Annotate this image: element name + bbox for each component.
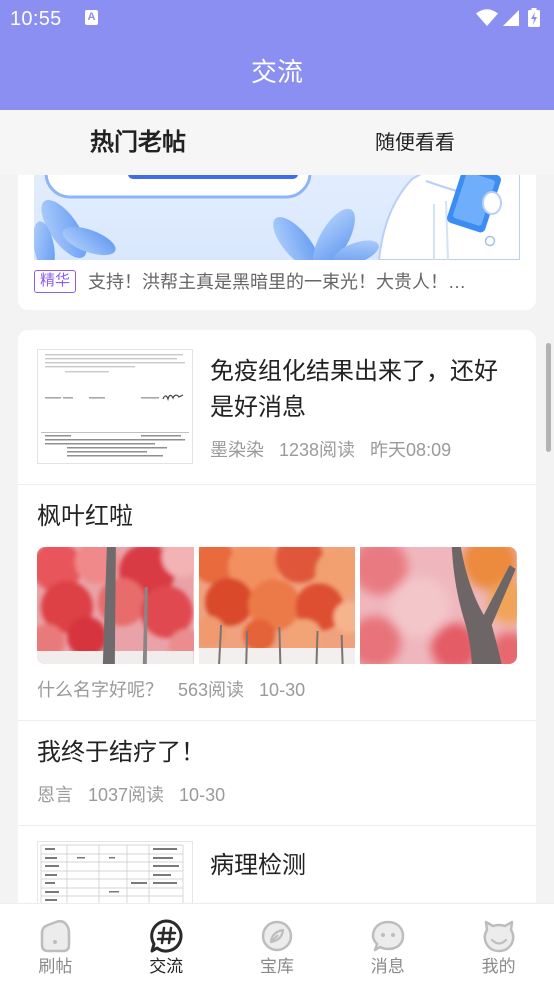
feed-icon	[37, 918, 73, 954]
post-meta: 什么名字好呢？ 563阅读 10-30	[37, 678, 305, 702]
post-title[interactable]: 我终于结疗了！	[37, 735, 205, 771]
nav-item-profile[interactable]: 我的	[443, 904, 554, 984]
maple-photo[interactable]	[198, 547, 356, 664]
maple-photo[interactable]	[360, 547, 517, 664]
post-time: 10-30	[179, 785, 226, 805]
post-title[interactable]: 病理检测	[210, 848, 306, 884]
scrollbar[interactable]	[546, 343, 551, 452]
post-time: 10-30	[259, 680, 306, 700]
featured-post-excerpt: 支持！洪帮主真是黑暗里的一束光！大贵人！…	[88, 272, 466, 292]
status-time: 10:55	[10, 8, 62, 30]
post-list-card: 免疫组化结果出来了，还好是好消息 墨染染 1238阅读 昨天08:09 枫叶红啦	[18, 330, 536, 903]
post-title[interactable]: 免疫组化结果出来了，还好是好消息	[210, 354, 516, 426]
nav-label: 我的	[481, 957, 516, 976]
nav-item-feed[interactable]: 刷帖	[0, 904, 111, 984]
tab-bar: 热门老帖 随便看看	[0, 110, 554, 175]
nav-item-messages[interactable]: 消息	[332, 904, 443, 984]
message-bubble-icon	[370, 918, 406, 954]
post-read-count: 1238阅读	[279, 440, 356, 460]
divider	[18, 720, 536, 721]
divider	[18, 825, 536, 826]
notification-a-icon: A	[85, 10, 98, 25]
divider	[18, 484, 536, 485]
nav-label: 交流	[149, 957, 184, 976]
featured-banner-image[interactable]	[34, 175, 520, 260]
post-author[interactable]: 墨染染	[210, 438, 264, 462]
app-bar: 10:55 A 交流	[0, 0, 554, 110]
tab-random-browse[interactable]: 随便看看	[305, 131, 525, 155]
hashtag-chat-icon	[148, 918, 184, 954]
post-time: 昨天08:09	[370, 440, 452, 460]
cat-face-icon	[481, 918, 517, 954]
maple-photo[interactable]	[37, 547, 194, 664]
battery-charging-icon	[528, 8, 540, 27]
page-title: 交流	[250, 57, 303, 87]
post-meta: 墨染染 1238阅读 昨天08:09	[210, 438, 451, 462]
nav-label: 宝库	[259, 957, 294, 976]
wifi-icon	[476, 9, 498, 26]
nav-label: 刷帖	[38, 957, 73, 976]
post-photo-grid	[37, 547, 517, 664]
post-author[interactable]: 什么名字好呢？	[37, 678, 163, 702]
featured-post-card[interactable]: 精华 支持！洪帮主真是黑暗里的一束光！大贵人！…	[18, 175, 536, 310]
post-read-count: 563阅读	[178, 680, 245, 700]
post-thumbnail[interactable]	[37, 841, 193, 903]
post-feed[interactable]: 精华 支持！洪帮主真是黑暗里的一束光！大贵人！… 免疫组化结果出来了，还好是好消…	[0, 175, 554, 903]
post-author[interactable]: 恩言	[37, 783, 73, 807]
nav-item-treasury[interactable]: 宝库	[222, 904, 333, 984]
post-meta: 恩言 1037阅读 10-30	[37, 783, 225, 807]
nav-label: 消息	[370, 957, 405, 976]
post-read-count: 1037阅读	[88, 785, 165, 805]
post-thumbnail[interactable]	[37, 349, 193, 464]
compass-icon	[259, 918, 295, 954]
essence-tag: 精华	[34, 270, 77, 293]
bottom-nav: 刷帖 交流 宝库 消息 我的	[0, 903, 554, 984]
tab-hot-old-posts[interactable]: 热门老帖	[28, 128, 248, 158]
nav-item-exchange[interactable]: 交流	[111, 904, 222, 984]
signal-icon	[503, 10, 519, 26]
post-title[interactable]: 枫叶红啦	[37, 499, 133, 535]
